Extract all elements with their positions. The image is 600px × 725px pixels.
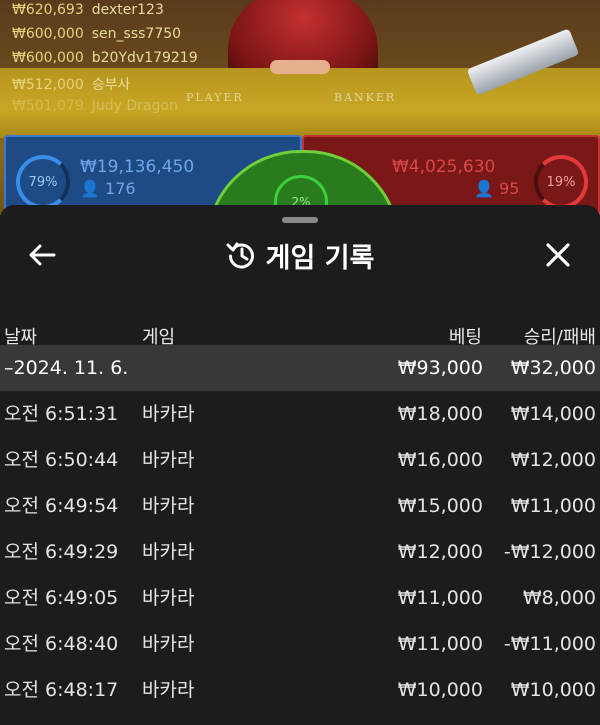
felt-label-player: PLAYER xyxy=(186,91,244,104)
summary-bet-total: ₩93,000 xyxy=(397,357,483,379)
row-game: 바카라 xyxy=(142,587,195,609)
row-game: 바카라 xyxy=(142,633,195,655)
row-win-loss: -₩11,000 xyxy=(503,633,596,655)
row-bet: ₩15,000 xyxy=(397,495,483,517)
banker-percent-ring: 19% xyxy=(534,155,588,209)
bettor-amount: ₩501,079 xyxy=(12,98,84,114)
summary-win-loss-total: ₩32,000 xyxy=(510,357,596,379)
row-win-loss: ₩10,000 xyxy=(510,679,596,701)
row-bet: ₩11,000 xyxy=(397,587,483,609)
sheet-drag-handle[interactable] xyxy=(282,217,318,223)
banker-total-amount: ₩4,025,630 xyxy=(392,157,496,177)
game-history-sheet: 게임 기록 날짜 게임 베팅 승리/패배 –2024. 11. 6. ₩93,0… xyxy=(0,205,600,725)
table-row[interactable]: 오전 6:50:44 바카라 ₩16,000 ₩12,000 xyxy=(0,437,600,483)
bettor-amount: ₩620,693 xyxy=(12,2,84,18)
banker-bettor-count: 👤 95 xyxy=(474,179,520,198)
bettor-entry: ₩501,079 Judy Dragon xyxy=(12,98,178,114)
table-row[interactable]: 오전 6:49:05 바카라 ₩11,000 ₩8,000 xyxy=(0,575,600,621)
row-win-loss: -₩12,000 xyxy=(503,541,596,563)
row-win-loss: ₩14,000 xyxy=(510,403,596,425)
felt-label-banker: BANKER xyxy=(334,91,397,104)
row-time: 오전 6:51:31 xyxy=(4,403,119,425)
person-icon: 👤 xyxy=(474,179,494,198)
bettor-amount: ₩600,000 xyxy=(12,26,84,42)
row-game: 바카라 xyxy=(142,679,195,701)
row-bet: ₩18,000 xyxy=(397,403,483,425)
bettor-name: Judy Dragon xyxy=(91,98,178,114)
row-time: 오전 6:48:40 xyxy=(4,633,119,655)
row-game: 바카라 xyxy=(142,403,195,425)
history-icon xyxy=(226,242,254,269)
date-summary-row[interactable]: –2024. 11. 6. ₩93,000 ₩32,000 xyxy=(0,345,600,391)
row-time: 오전 6:49:05 xyxy=(4,587,119,609)
close-button[interactable] xyxy=(536,237,580,273)
sheet-header: 게임 기록 xyxy=(0,235,600,275)
bettor-entry: ₩600,000 sen_sss7750 xyxy=(12,26,181,42)
player-bettor-count: 👤 176 xyxy=(80,179,136,198)
bettor-entry: ₩512,000 승부사 xyxy=(12,74,130,94)
bettor-amount: ₩512,000 xyxy=(12,77,84,93)
table-row[interactable]: 오전 6:49:54 바카라 ₩15,000 ₩11,000 xyxy=(0,483,600,529)
row-game: 바카라 xyxy=(142,541,195,563)
row-win-loss: ₩12,000 xyxy=(510,449,596,471)
table-row[interactable]: 오전 6:48:17 바카라 ₩10,000 ₩10,000 xyxy=(0,667,600,713)
bettor-name: dexter123 xyxy=(91,2,164,18)
row-time: 오전 6:48:17 xyxy=(4,679,119,701)
table-row[interactable]: 오전 6:48:40 바카라 ₩11,000 -₩11,000 xyxy=(0,621,600,667)
summary-date: –2024. 11. 6. xyxy=(4,357,129,379)
dealer-hands xyxy=(270,60,330,74)
person-icon: 👤 xyxy=(80,179,100,198)
row-bet: ₩12,000 xyxy=(397,541,483,563)
bettor-name: sen_sss7750 xyxy=(91,26,182,42)
bettor-name: 승부사 xyxy=(91,77,131,93)
row-bet: ₩11,000 xyxy=(397,633,483,655)
row-game: 바카라 xyxy=(142,495,195,517)
bettor-amount: ₩600,000 xyxy=(12,50,84,66)
table-row[interactable]: 오전 6:51:31 바카라 ₩18,000 ₩14,000 xyxy=(0,391,600,437)
bettor-entry: ₩620,693 dexter123 xyxy=(12,2,164,18)
row-bet: ₩10,000 xyxy=(397,679,483,701)
player-percent-ring: 79% xyxy=(16,155,70,209)
row-time: 오전 6:49:54 xyxy=(4,495,119,517)
close-icon xyxy=(546,243,570,267)
row-game: 바카라 xyxy=(142,449,195,471)
row-time: 오전 6:50:44 xyxy=(4,449,119,471)
row-time: 오전 6:49:29 xyxy=(4,541,119,563)
table-row[interactable]: 오전 6:49:29 바카라 ₩12,000 -₩12,000 xyxy=(0,529,600,575)
row-bet: ₩16,000 xyxy=(397,449,483,471)
sheet-title: 게임 기록 xyxy=(265,242,375,274)
player-total-amount: ₩19,136,450 xyxy=(80,157,195,177)
bettor-name: b20Ydv179219 xyxy=(91,50,198,66)
live-game-background: PLAYER BANKER ₩620,693 dexter123 ₩600,000… xyxy=(0,0,600,215)
row-win-loss: ₩11,000 xyxy=(510,495,596,517)
row-win-loss: ₩8,000 xyxy=(522,587,596,609)
bettor-entry: ₩600,000 b20Ydv179219 xyxy=(12,50,198,66)
